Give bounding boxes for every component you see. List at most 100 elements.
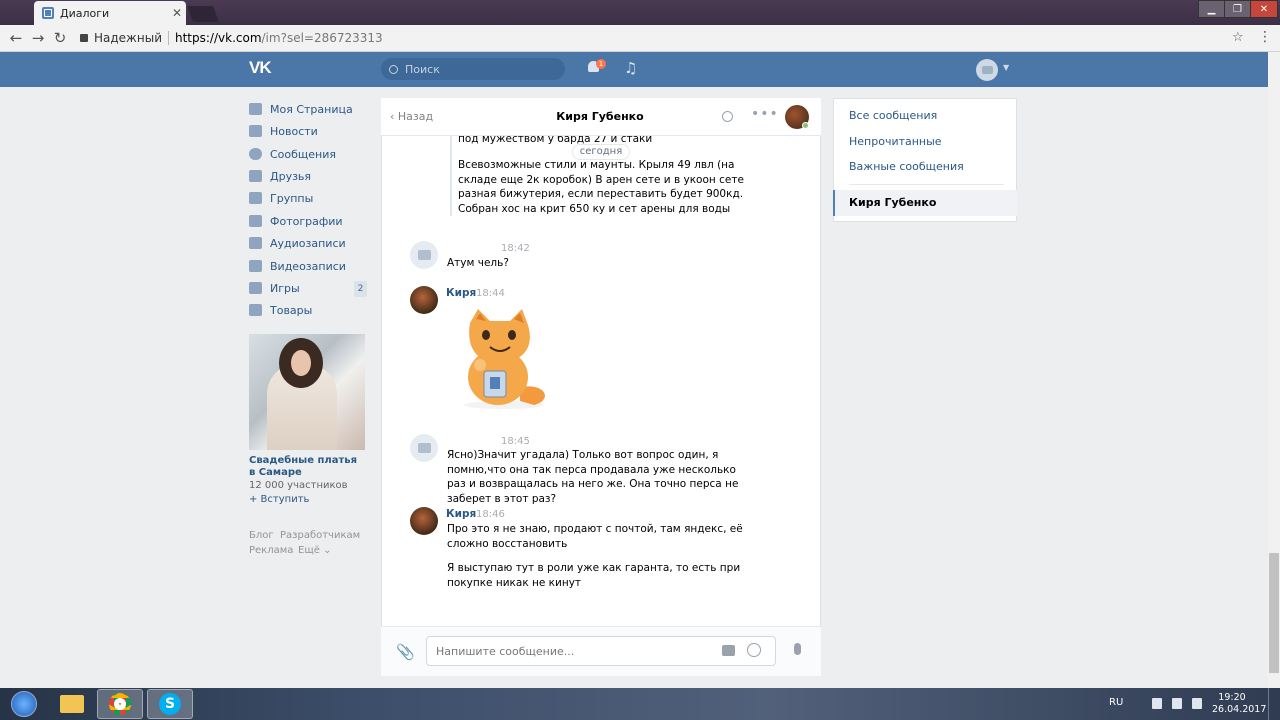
my-avatar[interactable] (410, 434, 438, 462)
menu-label: Новости (270, 124, 318, 138)
microphone-icon[interactable] (794, 643, 801, 655)
message-time: 18:42 (501, 243, 530, 254)
tab-title: Диалоги (60, 6, 110, 20)
menu-label: Фотографии (270, 214, 343, 228)
filter-unread[interactable]: Непрочитанные (849, 135, 942, 148)
more-options-icon[interactable]: ••• (751, 106, 779, 122)
browser-tab[interactable]: Диалоги ✕ (34, 1, 186, 25)
tab-close-icon[interactable]: ✕ (168, 6, 186, 20)
paperclip-icon[interactable]: 📎 (396, 643, 415, 661)
windows-logo-icon (11, 691, 37, 717)
tray-volume-icon[interactable] (1192, 698, 1202, 709)
message-text: Я выступаю тут в роли уже как гаранта, т… (447, 562, 741, 589)
ad-members: 12 000 участников (249, 480, 348, 491)
emoji-icon[interactable] (747, 643, 761, 657)
message-input-placeholder: Напишите сообщение... (436, 644, 575, 658)
message-author[interactable]: Киря (446, 508, 476, 520)
taskbar-chrome[interactable] (97, 689, 143, 719)
date-separator: сегодня (572, 144, 630, 160)
message-time: 18:46 (476, 509, 505, 520)
address-separator (168, 31, 169, 45)
footer-blog-link[interactable]: Блог (249, 530, 274, 541)
menu-item-games[interactable]: Игры (249, 278, 300, 298)
filter-all-messages[interactable]: Все сообщения (849, 109, 937, 122)
menu-label: Игры (270, 281, 300, 295)
menu-item-friends[interactable]: Друзья (249, 166, 311, 186)
camera-icon (417, 250, 431, 260)
new-tab-button[interactable] (187, 6, 219, 22)
menu-item-groups[interactable]: Группы (249, 188, 313, 208)
footer-developers-link[interactable]: Разработчикам (280, 530, 360, 541)
back-label: Назад (397, 110, 434, 123)
menu-item-news[interactable]: Новости (249, 121, 318, 141)
maximize-button[interactable]: ❐ (1224, 0, 1251, 18)
message-text: Атум чель? (447, 257, 509, 269)
menu-label: Видеозаписи (270, 259, 346, 273)
minimize-button[interactable]: ▁ (1198, 0, 1225, 18)
address-bar[interactable]: Надежный https://vk.com/im?sel=286723313 (72, 28, 1252, 48)
footer-more-link[interactable]: Ещё ⌄ (298, 545, 331, 556)
vk-favicon-icon (42, 7, 54, 19)
taskbar-skype[interactable]: S (147, 689, 193, 719)
filter-important[interactable]: Важные сообщения (849, 160, 964, 173)
language-indicator[interactable]: RU (1109, 697, 1123, 708)
menu-item-goods[interactable]: Товары (249, 300, 312, 320)
filter-divider (849, 184, 1004, 185)
menu-item-video[interactable]: Видеозаписи (249, 256, 346, 276)
lock-icon (80, 34, 88, 42)
group-icon (249, 192, 262, 204)
camera-icon (981, 66, 993, 74)
show-desktop-button[interactable] (1268, 688, 1280, 720)
message-time: 18:44 (476, 288, 505, 299)
menu-item-audio[interactable]: Аудиозаписи (249, 233, 346, 253)
message-time: 18:45 (501, 436, 530, 447)
close-window-button[interactable]: ✕ (1250, 0, 1278, 18)
taskbar-explorer[interactable] (49, 689, 95, 719)
back-button[interactable]: ‹ Назад (390, 110, 433, 123)
system-clock[interactable]: 19:20 26.04.2017 (1212, 692, 1267, 716)
menu-label: Сообщения (270, 147, 337, 161)
bookmark-star-icon[interactable]: ☆ (1232, 30, 1244, 45)
tray-network-icon[interactable] (1152, 698, 1162, 709)
browser-menu-icon[interactable]: ⋮ (1258, 29, 1272, 45)
menu-item-my-page[interactable]: Моя Страница (249, 99, 353, 119)
menu-label: Друзья (270, 169, 312, 183)
message-author[interactable]: Киря (446, 287, 476, 299)
back-arrow-icon[interactable]: ← (6, 29, 26, 47)
forward-arrow-icon[interactable]: → (28, 29, 48, 47)
gamepad-icon (249, 282, 262, 294)
film-icon (249, 260, 262, 272)
reload-icon[interactable]: ↻ (50, 29, 70, 47)
start-button[interactable] (4, 688, 44, 720)
music-note-icon[interactable]: ♫ (624, 59, 637, 77)
menu-item-messages[interactable]: Сообщения (249, 144, 336, 164)
sender-avatar[interactable] (410, 507, 438, 535)
chevron-down-icon[interactable]: ▼ (1003, 63, 1009, 72)
chat-title[interactable]: Киря Губенко (520, 110, 680, 123)
folder-icon (60, 695, 84, 713)
ad-image[interactable] (249, 334, 365, 450)
search-icon[interactable] (722, 111, 733, 122)
notifications-badge: 1 (596, 59, 606, 69)
camera-icon (249, 215, 262, 227)
my-avatar[interactable] (410, 241, 438, 269)
vk-logo[interactable]: VK (249, 58, 277, 80)
tray-flag-icon[interactable] (1172, 698, 1182, 709)
profile-avatar[interactable] (976, 59, 998, 81)
ad-title[interactable]: Свадебные платья в Самаре (249, 455, 365, 479)
camera-icon (417, 443, 431, 453)
menu-item-photos[interactable]: Фотографии (249, 211, 343, 231)
camera-icon[interactable] (722, 645, 735, 656)
message-text: Про это я не знаю, продают с почтой, там… (447, 523, 743, 550)
clock-date: 26.04.2017 (1212, 704, 1267, 715)
ad-join-button[interactable]: + Вступить (249, 494, 309, 505)
secure-label: Надежный (94, 31, 162, 45)
footer-ads-link[interactable]: Реклама (249, 545, 293, 556)
shopping-bag-icon (249, 304, 262, 316)
search-input[interactable]: Поиск (381, 58, 565, 80)
sender-avatar[interactable] (410, 286, 438, 314)
url-path: /im?sel=286723313 (261, 31, 383, 45)
message-text: Ясно)Значит угадала) Только вот вопрос о… (447, 449, 739, 505)
active-conversation-label[interactable]: Киря Губенко (849, 196, 936, 209)
scrollbar-thumb[interactable] (1269, 553, 1279, 673)
